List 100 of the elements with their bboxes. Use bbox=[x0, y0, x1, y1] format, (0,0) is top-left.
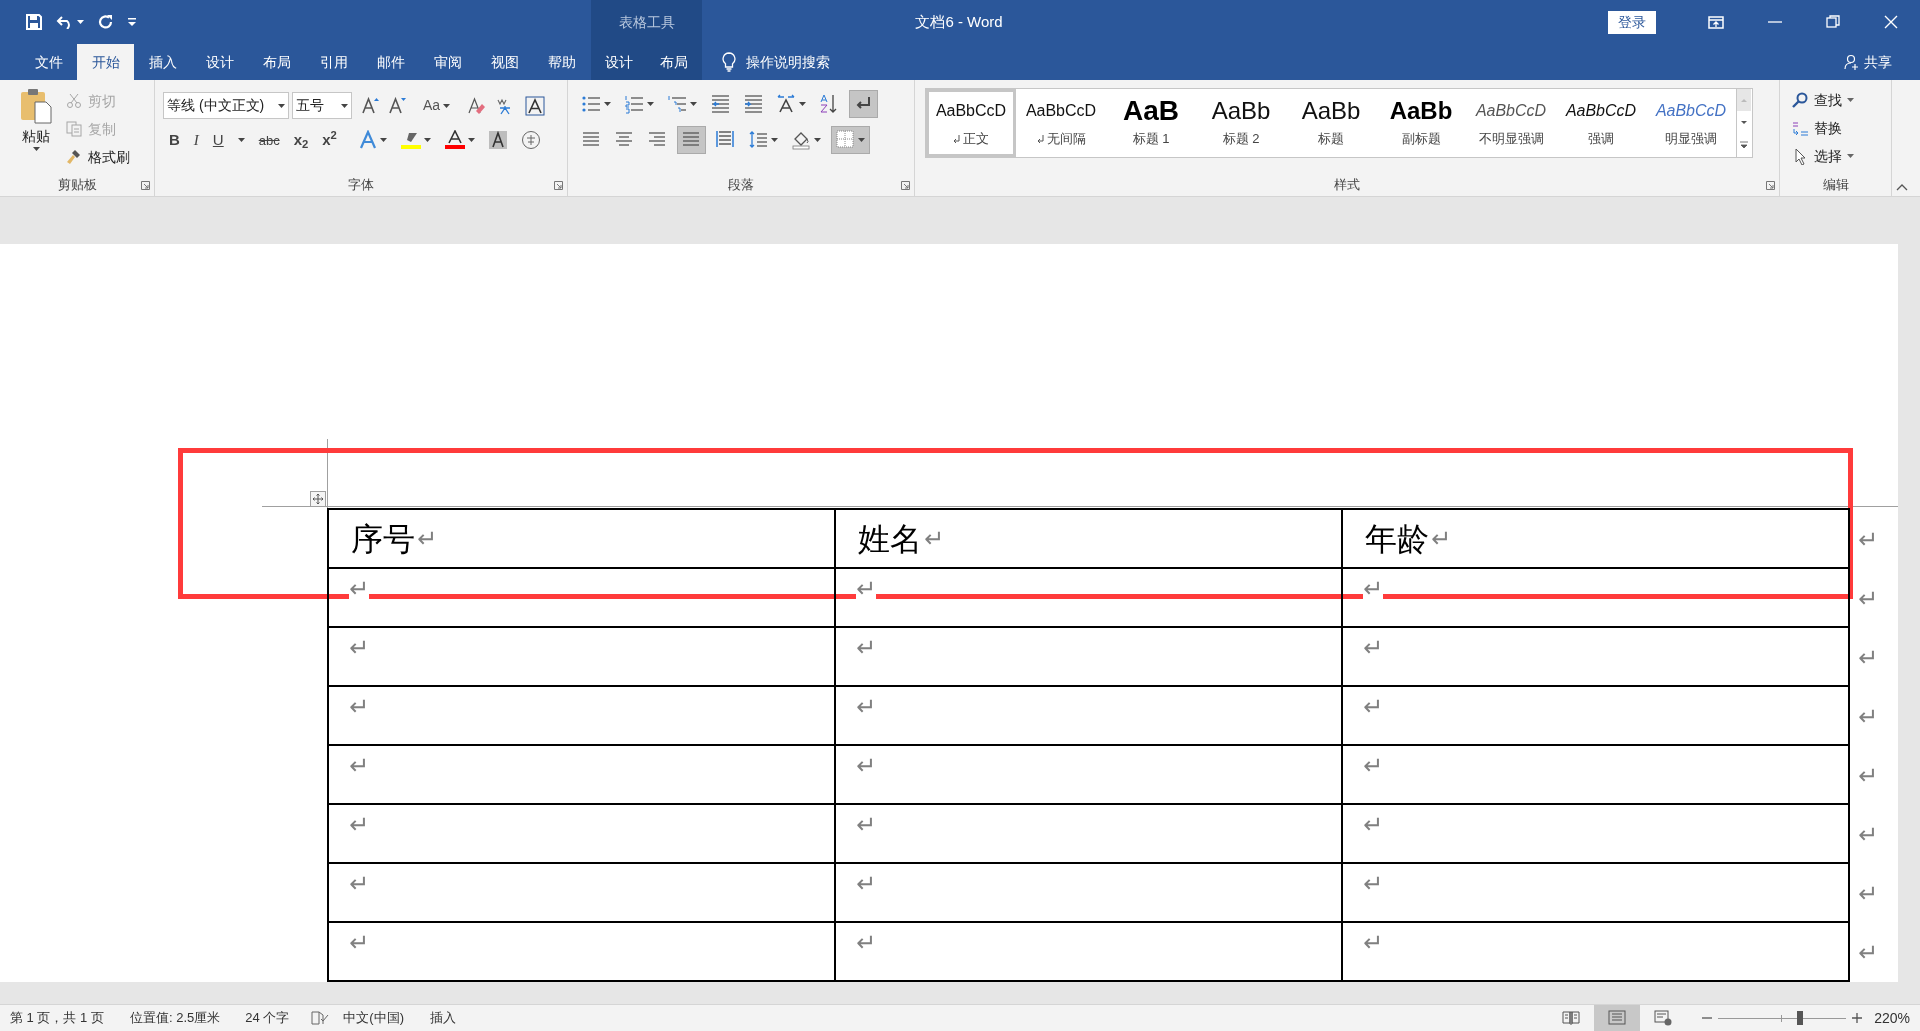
caret-icon[interactable] bbox=[771, 138, 778, 142]
end-of-row-mark: ↵ bbox=[1858, 819, 1879, 851]
caret-icon[interactable] bbox=[278, 103, 285, 108]
page-count[interactable]: 第 1 页，共 1 页 bbox=[10, 1008, 104, 1028]
paint-bucket-icon bbox=[792, 130, 811, 150]
zoom-slider-thumb[interactable] bbox=[1797, 1011, 1804, 1025]
tell-me-search[interactable]: 操作说明搜索 bbox=[722, 44, 830, 80]
caret-icon[interactable] bbox=[467, 138, 475, 143]
caret-icon[interactable] bbox=[1847, 98, 1854, 102]
strike-button[interactable]: abc bbox=[258, 130, 280, 150]
italic-button[interactable]: I bbox=[193, 129, 199, 152]
ribbon-tab[interactable]: 布局 bbox=[248, 44, 305, 80]
restore-icon bbox=[1825, 14, 1841, 30]
caret-icon[interactable] bbox=[799, 102, 806, 106]
sign-in-button[interactable]: 登录 bbox=[1608, 10, 1656, 34]
group-label: 剪贴板 bbox=[57, 176, 97, 195]
caret-icon[interactable] bbox=[32, 147, 40, 151]
header-cell-text: 姓名 bbox=[858, 519, 922, 559]
insert-mode[interactable]: 插入 bbox=[429, 1008, 456, 1028]
sup-button[interactable]: x$^{2}$ bbox=[322, 129, 337, 152]
ribbon-tab[interactable]: 视图 bbox=[476, 44, 533, 80]
sub-button[interactable]: x$_{2}$ bbox=[293, 129, 309, 152]
print-view-button[interactable] bbox=[1594, 1005, 1641, 1031]
caret-icon[interactable] bbox=[647, 102, 654, 106]
caret-icon[interactable] bbox=[341, 103, 348, 108]
character-shading-icon[interactable] bbox=[488, 131, 507, 150]
window-title: 文档6 - Word bbox=[915, 12, 1003, 32]
ribbon-tab[interactable]: 设计 bbox=[591, 44, 647, 80]
select-button[interactable]: 选择 bbox=[1792, 144, 1891, 168]
enclosed-character-icon[interactable] bbox=[520, 130, 541, 151]
share-button[interactable]: 共享 bbox=[1844, 44, 1892, 80]
ribbon-tab[interactable]: 开始 bbox=[77, 44, 134, 80]
caret-icon[interactable] bbox=[379, 138, 387, 143]
ribbon-tab[interactable]: 设计 bbox=[191, 44, 248, 80]
caret-icon[interactable] bbox=[423, 138, 431, 143]
font-size-dropdown[interactable]: 五号 bbox=[292, 92, 352, 119]
book-icon bbox=[1562, 1010, 1581, 1026]
contextual-tools-label: 表格工具 bbox=[591, 0, 702, 44]
caret-icon[interactable] bbox=[77, 20, 84, 24]
caret-icon[interactable] bbox=[604, 102, 611, 106]
replace-button[interactable]: 替换 bbox=[1792, 116, 1891, 140]
grow-font-icon[interactable] bbox=[361, 96, 379, 115]
style-item[interactable]: AaBbCcD 正文 bbox=[926, 89, 1016, 157]
dialog-launcher-icon[interactable] bbox=[1766, 181, 1775, 190]
customize-icon[interactable] bbox=[128, 18, 136, 26]
paragraph-mark: ↵ bbox=[924, 523, 945, 555]
font-color-icon[interactable] bbox=[444, 130, 465, 151]
paragraph-mark: ↵ bbox=[417, 523, 438, 555]
ribbon-tab[interactable]: 引用 bbox=[305, 44, 362, 80]
borders-icon bbox=[836, 130, 855, 150]
ribbon-tab[interactable]: 帮助 bbox=[533, 44, 590, 80]
dialog-launcher-icon[interactable] bbox=[554, 181, 563, 190]
word-count[interactable]: 24 个字 bbox=[245, 1008, 290, 1028]
shrink-font-icon[interactable] bbox=[388, 96, 406, 115]
caret-icon[interactable] bbox=[690, 102, 697, 106]
copy-icon bbox=[66, 121, 82, 137]
ribbon-display-icon bbox=[1708, 15, 1724, 29]
return-arrow-button[interactable] bbox=[849, 90, 878, 118]
paste-button[interactable]: 粘贴 bbox=[16, 88, 56, 174]
eraser-icon[interactable] bbox=[467, 96, 486, 115]
ribbon-tab[interactable]: 邮件 bbox=[362, 44, 419, 80]
replace-icon bbox=[1792, 119, 1809, 137]
caret-icon[interactable] bbox=[237, 138, 245, 143]
find-button[interactable]: 查找 bbox=[1792, 88, 1891, 112]
ribbon-tab[interactable]: 文件 bbox=[20, 44, 77, 80]
end-of-row-mark: ↵ bbox=[1858, 583, 1879, 615]
end-of-row-mark: ↵ bbox=[1858, 937, 1879, 969]
proofing-icon[interactable] bbox=[311, 1011, 330, 1025]
bold-button[interactable]: B bbox=[169, 129, 180, 152]
collapse-ribbon-icon[interactable] bbox=[1896, 184, 1908, 191]
caret-icon[interactable] bbox=[814, 138, 821, 142]
zoom-in-icon[interactable] bbox=[1852, 1013, 1863, 1023]
header-cell-text: 序号 bbox=[351, 519, 415, 559]
increase-indent-icon bbox=[744, 94, 763, 114]
underline-button[interactable]: U bbox=[212, 129, 224, 152]
move-handle-icon[interactable] bbox=[310, 491, 326, 507]
zoom-level[interactable]: 220% bbox=[1874, 1007, 1910, 1029]
ribbon-tab[interactable]: 布局 bbox=[646, 44, 702, 80]
caret-icon[interactable] bbox=[1847, 154, 1854, 158]
highlighter-icon[interactable] bbox=[400, 130, 421, 151]
lightbulb-icon bbox=[722, 52, 736, 72]
language-indicator[interactable]: 中文(中国) bbox=[343, 1008, 404, 1028]
minimize-icon bbox=[1768, 21, 1782, 23]
redo-icon[interactable] bbox=[98, 14, 114, 30]
cursor-position[interactable]: 位置值: 2.5厘米 bbox=[129, 1008, 221, 1028]
character-border-icon[interactable] bbox=[525, 95, 546, 116]
line-spacing-icon bbox=[749, 130, 768, 150]
caret-icon[interactable] bbox=[858, 138, 865, 142]
ribbon-tab[interactable]: 插入 bbox=[134, 44, 191, 80]
dialog-launcher-icon[interactable] bbox=[901, 181, 910, 190]
dialog-launcher-icon[interactable] bbox=[141, 181, 150, 190]
painter-button[interactable]: 格式刷 bbox=[66, 146, 130, 168]
caret-icon[interactable] bbox=[443, 103, 451, 108]
save-icon[interactable] bbox=[26, 14, 42, 30]
change-case-button[interactable]: Aa bbox=[423, 95, 451, 116]
end-of-row-mark: ↵ bbox=[1858, 701, 1879, 733]
font-name-dropdown[interactable]: 等线 (中文正文) bbox=[163, 92, 289, 119]
ribbon-tab[interactable]: 审阅 bbox=[419, 44, 476, 80]
web-layout-icon bbox=[1654, 1010, 1673, 1026]
zoom-slider[interactable] bbox=[1718, 1011, 1847, 1025]
